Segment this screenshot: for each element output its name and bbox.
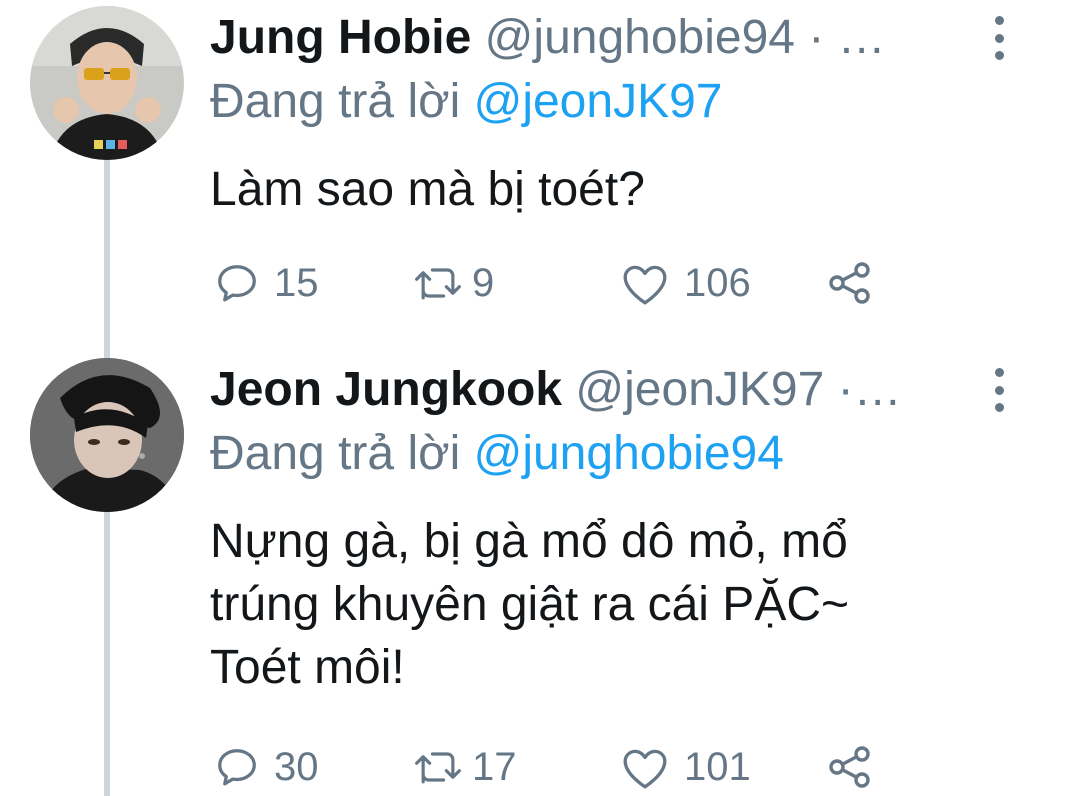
replying-to: Đang trả lời @jeonJK97 xyxy=(210,72,722,132)
user-handle[interactable]: @jeonJK97 xyxy=(575,363,824,416)
share-icon xyxy=(829,262,870,304)
like-button[interactable]: 101 xyxy=(620,742,751,792)
retweet-button[interactable]: 9 xyxy=(412,258,494,308)
replying-to-label: Đang trả lời xyxy=(210,75,461,128)
tweet-text-line: trúng khuyên giật ra cái PẶC~ xyxy=(210,578,850,631)
retweet-button[interactable]: 17 xyxy=(412,742,517,792)
header-separator: ·… xyxy=(837,363,902,416)
retweet-icon xyxy=(415,268,461,300)
display-name[interactable]: Jung Hobie xyxy=(210,11,471,64)
user-handle[interactable]: @junghobie94 xyxy=(485,11,795,64)
replying-to-label: Đang trả lời xyxy=(210,427,461,480)
replying-to-handle[interactable]: @junghobie94 xyxy=(474,427,784,480)
more-options-icon[interactable] xyxy=(984,368,1014,412)
tweet-text-line: Nựng gà, bị gà mổ dô mỏ, mổ xyxy=(210,515,848,568)
tweet-text-line: Toét môi! xyxy=(210,641,405,694)
tweet-header: Jeon Jungkook @jeonJK97 ·… xyxy=(210,360,980,420)
reply-icon xyxy=(218,749,256,786)
like-count: 101 xyxy=(684,744,751,789)
display-name[interactable]: Jeon Jungkook xyxy=(210,363,562,416)
reply-icon xyxy=(218,265,256,302)
share-button[interactable] xyxy=(826,258,874,308)
tweet-text: Nựng gà, bị gà mổ dô mỏ, mổ trúng khuyên… xyxy=(210,510,1000,699)
share-button[interactable] xyxy=(826,742,874,792)
tweet-text: Làm sao mà bị toét? xyxy=(210,158,1000,221)
like-icon xyxy=(623,749,667,789)
retweet-count: 9 xyxy=(472,260,495,305)
header-separator: · … xyxy=(808,11,886,64)
avatar-junghobie94[interactable] xyxy=(30,6,184,160)
tweet-text-line: Làm sao mà bị toét? xyxy=(210,163,645,216)
tweet-header: Jung Hobie @junghobie94 · … xyxy=(210,8,980,68)
replying-to: Đang trả lời @junghobie94 xyxy=(210,424,784,484)
reply-count: 15 xyxy=(274,260,319,305)
like-count: 106 xyxy=(684,260,751,305)
like-button[interactable]: 106 xyxy=(620,258,751,308)
reply-button[interactable]: 30 xyxy=(214,742,319,792)
more-options-icon[interactable] xyxy=(984,16,1014,60)
avatar-jeonJK97[interactable] xyxy=(30,358,184,512)
reply-button[interactable]: 15 xyxy=(214,258,319,308)
reply-count: 30 xyxy=(274,744,319,789)
retweet-icon xyxy=(415,752,461,784)
retweet-count: 17 xyxy=(472,744,517,789)
like-icon xyxy=(623,265,667,305)
replying-to-handle[interactable]: @jeonJK97 xyxy=(474,75,723,128)
share-icon xyxy=(829,746,870,788)
